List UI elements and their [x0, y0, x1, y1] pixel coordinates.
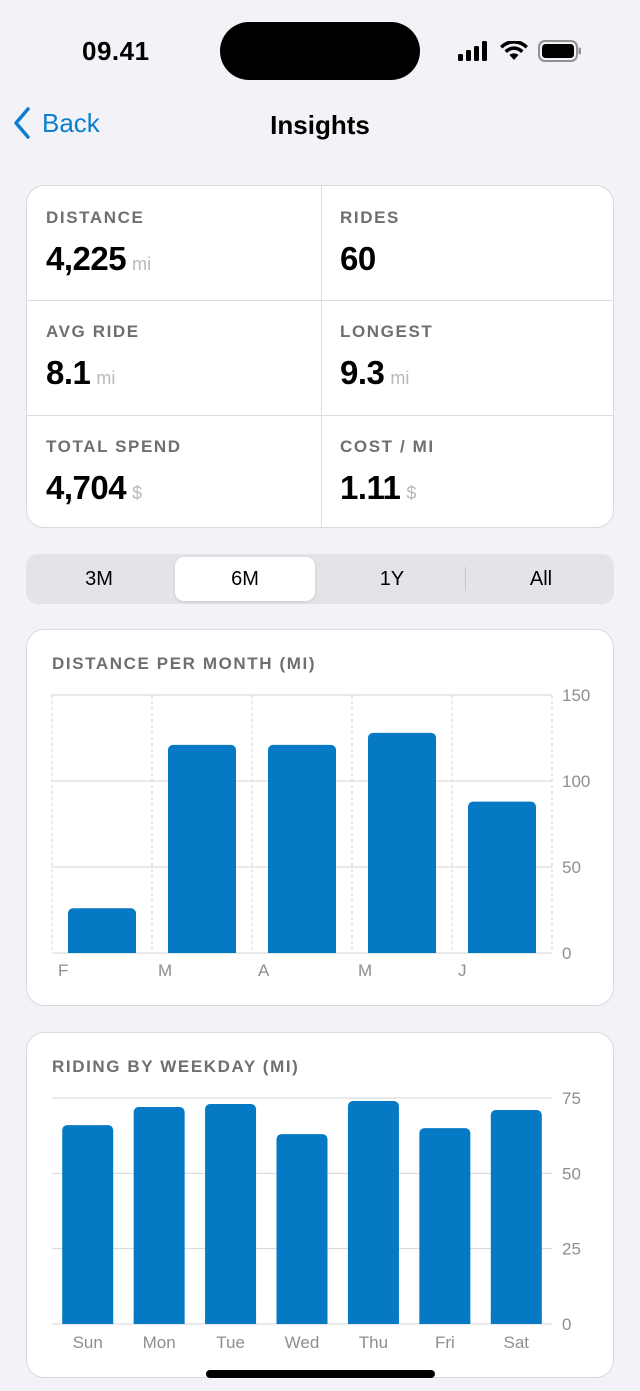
divider [27, 300, 613, 301]
insights-screen: 09.41 Back Insights DISTANCE 4,225 mi RI… [0, 0, 640, 1391]
y-tick-label: 75 [562, 1089, 581, 1108]
riding-by-weekday-card: RIDING BY WEEKDAY (MI) 0 25 50 75 Sun Mon Tue W… [26, 1032, 614, 1378]
bar [276, 1134, 328, 1324]
stat-value: 4,225 [46, 240, 127, 277]
status-time: 09.41 [82, 36, 150, 66]
bar [419, 1128, 471, 1324]
stat-cost-per-mi: COST / MI 1.11 $ [321, 415, 613, 527]
bar-base [347, 1318, 399, 1324]
status-icons [458, 40, 582, 62]
y-tick-label: 50 [562, 858, 581, 877]
x-tick-label: Mon [143, 1333, 176, 1352]
stat-label: LONGEST [340, 322, 434, 341]
stat-value: 4,704 [46, 469, 127, 506]
stat-value: 8.1 [46, 354, 91, 391]
bar [133, 1107, 185, 1324]
range-option-6m[interactable]: 6M [175, 557, 315, 601]
bar-base [276, 1318, 328, 1324]
x-tick-label: F [58, 961, 68, 980]
stat-unit: mi [132, 254, 152, 274]
bar [490, 1110, 542, 1324]
bar [268, 744, 336, 953]
stat-label: AVG RIDE [46, 322, 140, 341]
stat-label: TOTAL SPEND [46, 437, 182, 456]
stat-rides: RIDES 60 [321, 186, 613, 300]
range-option-3m[interactable]: 3M [29, 557, 169, 601]
y-tick-label: 100 [562, 772, 590, 791]
battery-icon [538, 40, 581, 62]
stat-distance: DISTANCE 4,225 mi [27, 186, 321, 300]
wifi-icon [500, 41, 528, 60]
stats-card: DISTANCE 4,225 mi RIDES 60 AVG RIDE 8.1 … [26, 185, 614, 528]
range-option-1y[interactable]: 1Y [322, 557, 462, 601]
distance-per-month-card: DISTANCE PER MONTH (MI) 0 50 100 150 F M A M J [26, 629, 614, 1006]
page-title: Insights [270, 110, 370, 140]
stat-label: RIDES [340, 208, 400, 227]
stat-unit: mi [390, 368, 410, 388]
bar-base [62, 1318, 114, 1324]
divider [27, 415, 613, 416]
bar-base [468, 947, 536, 953]
bar [68, 908, 136, 953]
y-tick-label: 25 [562, 1240, 581, 1259]
segment-divider [465, 567, 466, 591]
stat-unit: mi [96, 368, 116, 388]
cellular-signal-icon [458, 41, 487, 61]
x-tick-label: Sun [73, 1333, 103, 1352]
y-tick-label: 0 [562, 944, 571, 963]
stat-longest: LONGEST 9.3 mi [321, 300, 613, 414]
stat-label: DISTANCE [46, 208, 145, 227]
range-option-all[interactable]: All [471, 557, 611, 601]
y-tick-label: 50 [562, 1164, 581, 1183]
home-indicator [206, 1370, 435, 1378]
x-tick-label: Sat [504, 1333, 530, 1352]
bar-base [368, 947, 436, 953]
stat-label: COST / MI [340, 437, 435, 456]
bar [468, 801, 536, 953]
stat-unit: $ [132, 483, 143, 503]
bar [62, 1125, 114, 1324]
distance-per-month-chart: 0 50 100 150 F M A M J [51, 686, 590, 980]
x-tick-label: Tue [216, 1333, 245, 1352]
y-tick-label: 150 [562, 686, 590, 705]
bar-base [168, 947, 236, 953]
bar [168, 744, 236, 953]
stat-total-spend: TOTAL SPEND 4,704 $ [27, 415, 321, 527]
stat-value: 60 [340, 240, 376, 277]
x-tick-label: J [458, 961, 467, 980]
bar-base [205, 1318, 257, 1324]
x-tick-label: Fri [435, 1333, 455, 1352]
stat-avg-ride: AVG RIDE 8.1 mi [27, 300, 321, 414]
stat-value: 1.11 [340, 469, 401, 506]
bar-base [133, 1318, 185, 1324]
x-tick-label: M [158, 961, 172, 980]
bar-base [419, 1318, 471, 1324]
divider [321, 186, 322, 527]
y-tick-label: 0 [562, 1315, 571, 1334]
x-tick-label: M [358, 961, 372, 980]
bar [205, 1104, 257, 1324]
bar-base [268, 947, 336, 953]
bar-base [490, 1318, 542, 1324]
x-tick-label: Wed [285, 1333, 320, 1352]
stat-unit: $ [406, 483, 417, 503]
x-tick-label: Thu [359, 1333, 388, 1352]
bar [368, 732, 436, 953]
riding-by-weekday-chart: 0 25 50 75 Sun Mon Tue Wed Thu Fri Sat [52, 1089, 581, 1352]
stat-value: 9.3 [340, 354, 385, 391]
bar [347, 1101, 399, 1324]
range-selector: 3M 6M 1Y All [26, 554, 614, 604]
x-tick-label: A [258, 961, 270, 980]
bar-base [68, 947, 136, 953]
dynamic-island [220, 22, 420, 80]
